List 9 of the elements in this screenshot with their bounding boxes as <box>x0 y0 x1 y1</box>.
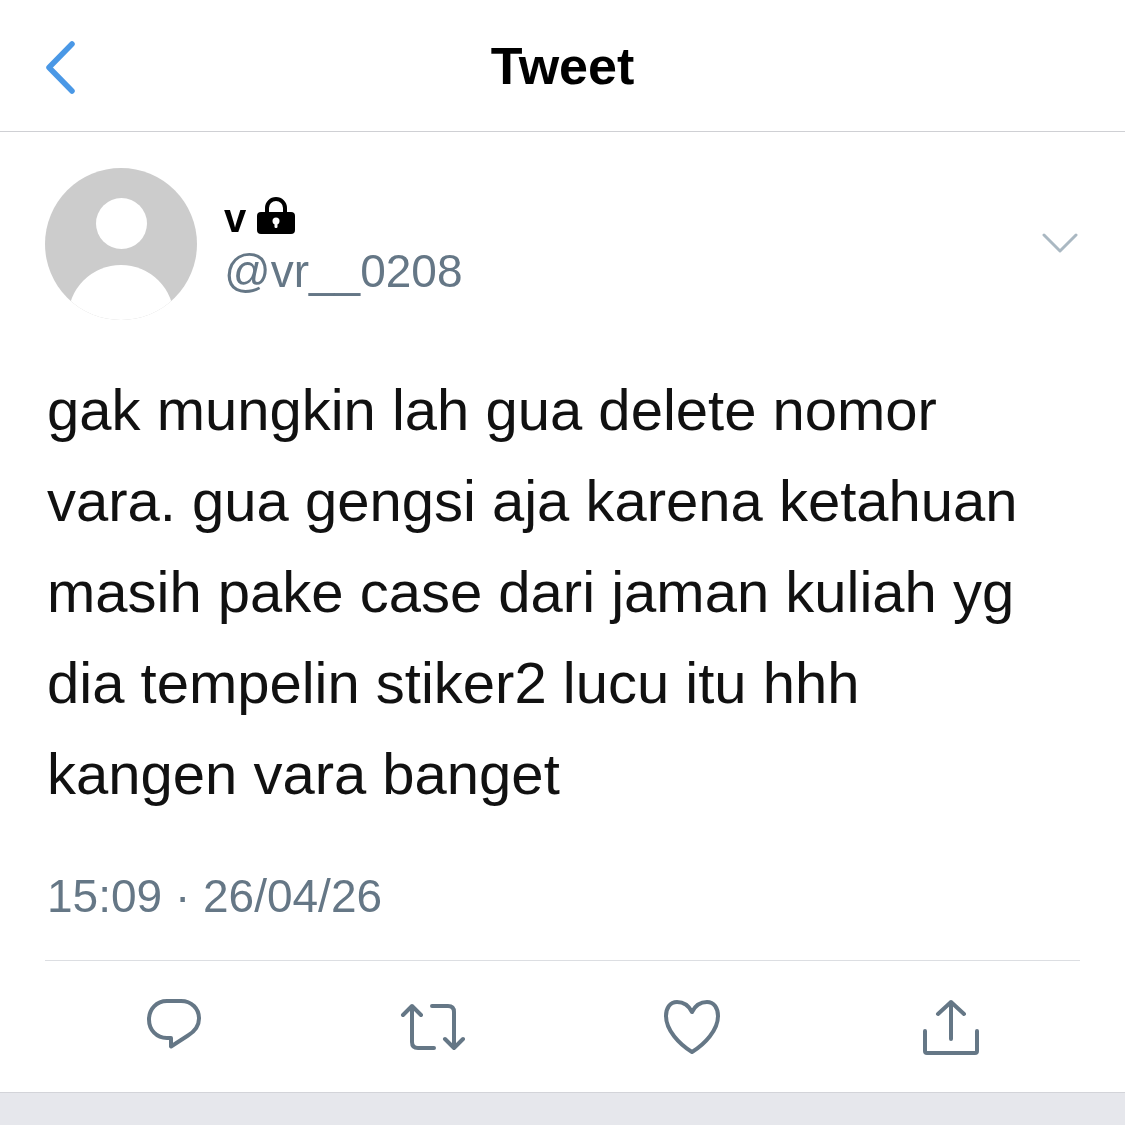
cycle-arrows-icon[interactable] <box>399 1001 468 1052</box>
user-handle: @vr__0208 <box>224 245 463 298</box>
tweet-timestamp: 15:09 · 26/04/26 <box>47 870 383 923</box>
back-chevron-icon[interactable] <box>45 40 76 94</box>
page-title: Tweet <box>490 35 635 96</box>
tweet-text: gak mungkin lah gua delete nomor vara. gua gengsi aja karena ketahuan masih pake case dari jaman kuliah yg dia tempelin stiker2 lucu itu hhh kangen vara banget <box>47 376 1018 808</box>
display-name: v <box>224 195 247 241</box>
share-icon[interactable] <box>921 997 980 1056</box>
heart-icon[interactable] <box>662 998 721 1055</box>
